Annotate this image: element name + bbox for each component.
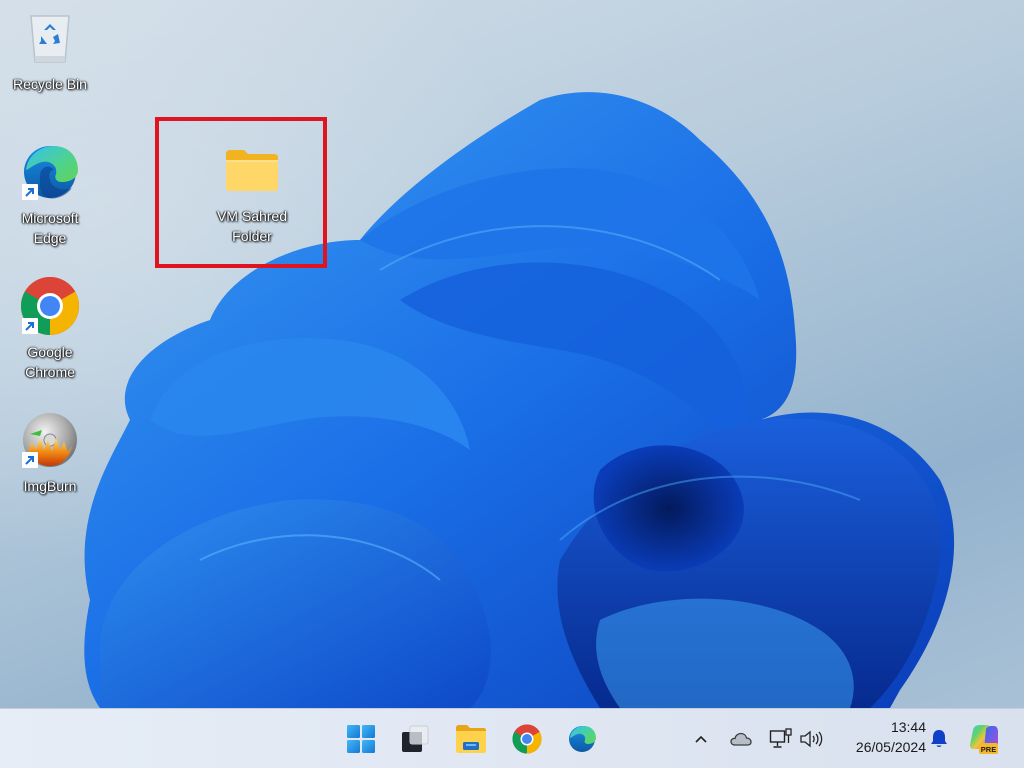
imgburn-icon [18,408,82,472]
desktop-icon-imgburn[interactable]: ImgBurn [8,408,92,496]
cloud-icon [730,732,752,746]
taskbar-task-view-button[interactable] [393,717,437,761]
desktop-icon-microsoft-edge[interactable]: Microsoft Edge [8,140,92,248]
speaker-icon [800,730,823,748]
bell-icon [931,730,947,747]
tray-copilot-button[interactable]: PRE [966,721,1002,757]
tray-volume-button[interactable] [798,725,824,753]
copilot-pre-badge: PRE [981,745,996,754]
desktop-icon-label: Recycle Bin [13,76,87,92]
taskbar-file-explorer-button[interactable] [449,717,493,761]
shortcut-arrow-icon [22,452,38,468]
task-view-icon [402,725,429,752]
shortcut-arrow-icon [22,184,38,200]
taskbar-clock[interactable]: 13:44 26/05/2024 [836,717,926,757]
chrome-icon [18,274,82,338]
desktop-icon-label: Microsoft Edge [21,210,79,246]
taskbar-chrome-button[interactable] [505,717,549,761]
tray-onedrive-button[interactable] [728,725,754,753]
tray-network-button[interactable] [768,725,794,753]
taskbar: 13:44 26/05/2024 PRE [0,708,1024,768]
desktop-icon-recycle-bin[interactable]: Recycle Bin [8,6,92,94]
file-explorer-icon [456,725,486,753]
tray-overflow-button[interactable] [690,725,712,753]
edge-icon [18,140,82,204]
wallpaper-bloom [84,92,955,708]
highlight-annotation-box [155,117,327,268]
windows-start-icon [347,725,375,753]
tray-notifications-button[interactable] [928,725,950,753]
clock-date: 26/05/2024 [855,739,926,755]
desktop-icon-google-chrome[interactable]: Google Chrome [8,274,92,382]
copilot-icon: PRE [970,725,998,754]
chrome-icon [512,724,542,754]
network-wired-icon [769,728,792,748]
desktop: Recycle Bin Microsoft Edge Google Chrome… [0,0,1024,708]
desktop-icon-label: ImgBurn [23,478,77,494]
chevron-up-icon [695,735,707,743]
taskbar-start-button[interactable] [339,717,383,761]
shortcut-arrow-icon [22,318,38,334]
clock-time: 13:44 [890,719,926,735]
recycle-bin-icon [18,6,82,70]
desktop-icon-label: Google Chrome [25,344,75,380]
taskbar-edge-button[interactable] [560,717,604,761]
edge-icon [569,726,596,752]
